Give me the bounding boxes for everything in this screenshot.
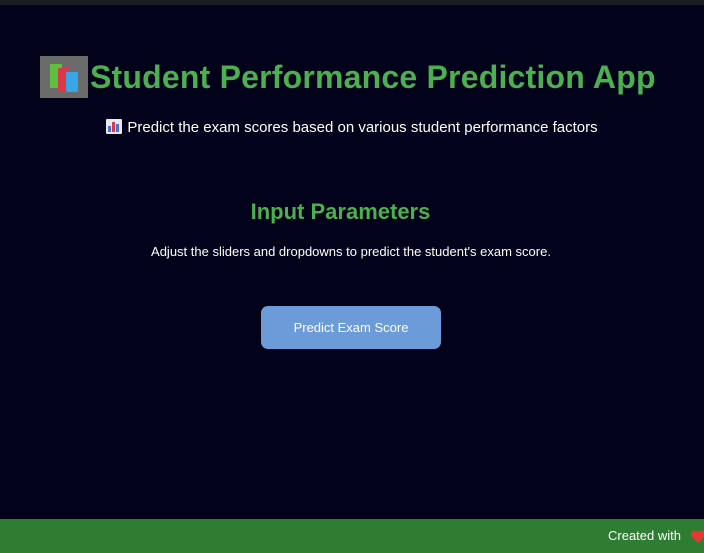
page-title: Student Performance Prediction App — [90, 58, 656, 95]
heart-icon — [690, 530, 704, 544]
bar-chart-icon — [106, 119, 123, 134]
section-title: Input Parameters — [250, 199, 431, 224]
books-icon — [40, 56, 88, 98]
section-description: Adjust the sliders and dropdowns to pred… — [151, 244, 551, 259]
footer: Created with — [0, 519, 704, 553]
subtitle-row: Predict the exam scores based on various… — [0, 119, 704, 136]
page-subtitle: Predict the exam scores based on various… — [127, 119, 598, 136]
app-main: Student Performance Prediction App Predi… — [0, 5, 704, 519]
predict-exam-score-button[interactable]: Predict Exam Score — [261, 306, 441, 349]
title-row: Student Performance Prediction App — [40, 55, 656, 99]
footer-text: Created with — [608, 528, 681, 543]
